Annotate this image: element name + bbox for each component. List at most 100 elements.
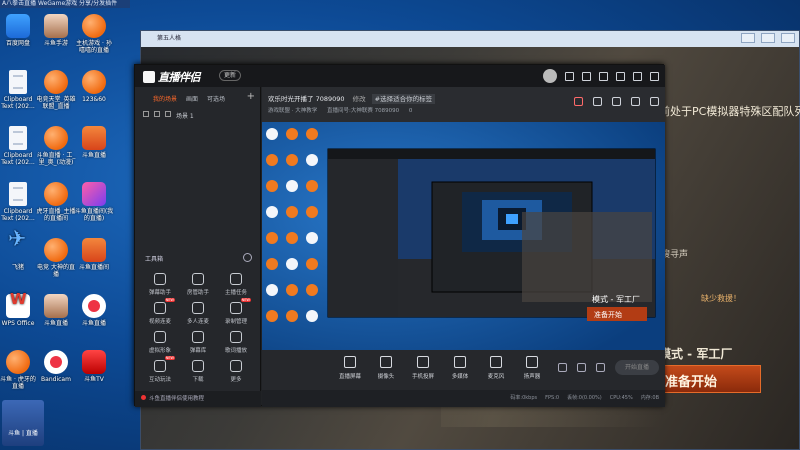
app-icon bbox=[6, 350, 30, 374]
game-window-titlebar[interactable]: 第五人格 bbox=[141, 31, 799, 47]
desktop-icon[interactable]: 斗鱼直播间 bbox=[74, 238, 114, 271]
desktop-icon[interactable]: 电竞 大神的直播 bbox=[36, 238, 76, 278]
phone-cast-button[interactable]: 手机投屏 bbox=[405, 356, 441, 380]
checkbox-icon[interactable] bbox=[165, 111, 171, 117]
app-icon bbox=[44, 294, 68, 318]
desktop-icon[interactable]: Clipboard Text (202... bbox=[0, 182, 38, 222]
screen-capture-button[interactable]: 直播屏幕 bbox=[332, 356, 368, 380]
gift-icon[interactable] bbox=[582, 71, 591, 81]
toolbox-grid: 弹幕助手 房管助手 主播任务视频连麦 多人连麦 录制管理虚拟形象 弹幕库 歌词播放互动玩法 下… bbox=[141, 273, 255, 383]
camera-button[interactable]: 摄像头 bbox=[368, 356, 404, 380]
tool-item[interactable]: 更多 bbox=[217, 360, 255, 383]
minimize-icon[interactable] bbox=[616, 71, 625, 81]
desktop-icon[interactable]: 斗鱼 · 虎牙的直播 bbox=[0, 350, 38, 390]
bell-icon[interactable] bbox=[631, 97, 640, 106]
tool-item[interactable]: 虚拟形象 bbox=[141, 331, 179, 354]
app-header: 直播伴侣 更新 bbox=[135, 65, 665, 87]
streaming-app-window[interactable]: 直播伴侣 更新 我的场景 画面 可选场 + 场景 1 工具箱 弹幕助手 房管助手 主… bbox=[134, 64, 665, 407]
app-icon bbox=[82, 182, 106, 206]
app-icon bbox=[44, 70, 68, 94]
tool-item[interactable]: 房管助手 bbox=[179, 273, 217, 296]
speaker-button[interactable]: 扬声器 bbox=[514, 356, 550, 380]
tool-item[interactable]: 下载 bbox=[179, 360, 217, 383]
tool-item[interactable]: 多人连麦 bbox=[179, 302, 217, 325]
preview-desktop-icon bbox=[306, 206, 318, 218]
desktop-icon[interactable]: 斗鱼手游 bbox=[36, 14, 76, 47]
preview-desktop-icon bbox=[306, 154, 318, 166]
microphone-button[interactable]: 麦克风 bbox=[478, 356, 514, 380]
maximize-icon[interactable] bbox=[761, 33, 775, 43]
tool-item[interactable]: 弹幕助手 bbox=[141, 273, 179, 296]
share-icon[interactable] bbox=[593, 97, 602, 106]
desktop-icon[interactable]: 飞猪 bbox=[0, 236, 38, 271]
tool-item[interactable]: 互动玩法 bbox=[141, 356, 179, 383]
fans-count: 0 bbox=[408, 108, 413, 114]
toolbox-toggle-icon[interactable] bbox=[243, 253, 252, 262]
tab-optional[interactable]: 可选场 bbox=[207, 94, 225, 103]
add-icon[interactable]: + bbox=[247, 91, 255, 102]
preview-desktop-icon bbox=[266, 128, 278, 140]
desktop-icon[interactable]: 斗鱼直播 bbox=[74, 294, 114, 327]
category-label[interactable]: 游戏联盟 · 大神教学 bbox=[268, 108, 317, 114]
info-icon[interactable] bbox=[577, 363, 586, 372]
desktop-icon[interactable]: 百度网盘 bbox=[0, 14, 38, 47]
desktop-icon[interactable]: Clipboard Text (202... bbox=[0, 126, 38, 166]
lock-icon[interactable] bbox=[154, 111, 160, 117]
desktop-icon[interactable]: WPS Office bbox=[0, 294, 38, 327]
desktop-icon[interactable]: 斗鱼直播间(我的直播) bbox=[74, 182, 114, 222]
shirt-icon[interactable] bbox=[565, 71, 574, 81]
eye-icon[interactable] bbox=[143, 111, 149, 117]
close-icon[interactable] bbox=[650, 71, 659, 81]
edit-title-button[interactable]: 修改 bbox=[353, 95, 366, 103]
game-queue-text: 前处于PC模拟器特殊区配队列 bbox=[659, 105, 800, 118]
minimize-icon[interactable] bbox=[741, 33, 755, 43]
desktop-icon-label: 斗鱼 · 虎牙的直播 bbox=[0, 376, 36, 390]
tool-item[interactable]: 弹幕库 bbox=[179, 331, 217, 354]
tab-my-scenes[interactable]: 我的场景 bbox=[153, 94, 177, 103]
tutorial-link[interactable]: 斗鱼直播伴侣使用教程 bbox=[135, 391, 261, 407]
tool-item[interactable]: 主播任务 bbox=[217, 273, 255, 296]
settings-icon[interactable] bbox=[596, 363, 605, 372]
stream-preview[interactable]: 模式 - 军工厂 准备开始 bbox=[262, 122, 665, 350]
record-icon[interactable] bbox=[558, 363, 567, 372]
network-icon[interactable] bbox=[650, 97, 659, 106]
tool-item[interactable]: 视频连麦 bbox=[141, 298, 179, 325]
tool-item[interactable]: 录制管理 bbox=[217, 298, 255, 325]
version-button[interactable]: 更新 bbox=[219, 70, 242, 81]
app-main: 欢乐时光开播了 7089090 修改 #选择适合你的标签 游戏联盟 · 大神教学… bbox=[262, 87, 665, 407]
desktop-icon[interactable]: Clipboard Text (202... bbox=[0, 70, 38, 110]
desktop-icon[interactable]: 123&60 bbox=[74, 70, 114, 103]
scene-item[interactable]: 场景 1 bbox=[143, 111, 194, 120]
tag-selector[interactable]: #选择适合你的标签 bbox=[371, 94, 436, 104]
app-sidebar: 我的场景 画面 可选场 + 场景 1 工具箱 弹幕助手 房管助手 主播任务视频连麦 多… bbox=[135, 87, 261, 407]
gift-icon[interactable] bbox=[574, 97, 583, 106]
avatar[interactable] bbox=[543, 69, 557, 83]
desktop-icon[interactable]: 斗鱼TV bbox=[74, 350, 114, 383]
desktop-icon-label: 百度网盘 bbox=[5, 40, 30, 47]
tool-item[interactable]: 歌词播放 bbox=[217, 331, 255, 354]
desktop-icon-label: 斗鱼直播间 bbox=[78, 264, 109, 271]
desktop-icon[interactable]: 虎牙直播_主播的直播间 bbox=[36, 182, 76, 222]
close-icon[interactable] bbox=[781, 33, 795, 43]
tab-screen[interactable]: 画面 bbox=[186, 94, 198, 103]
desktop-icon[interactable]: 斗鱼直播 bbox=[74, 126, 114, 159]
media-button[interactable]: 多媒体 bbox=[442, 356, 478, 380]
desktop-icon-label: Bandicam bbox=[41, 376, 71, 383]
preview-desktop-icon bbox=[266, 258, 278, 270]
start-stream-button[interactable]: 开始直播 bbox=[615, 360, 659, 375]
desktop-icon[interactable]: 电竞天堂_英雄联盟_直播 bbox=[36, 70, 76, 110]
desktop-icon[interactable]: 主机游戏 · 孙嘻嘻的直播 bbox=[74, 14, 114, 54]
app-icon bbox=[9, 182, 27, 206]
box-icon[interactable] bbox=[612, 97, 621, 106]
desktop-icon-label: 电竞天堂_英雄联盟_直播 bbox=[36, 96, 76, 110]
maximize-icon[interactable] bbox=[633, 71, 642, 81]
game-search-text: 搜寻声 bbox=[661, 250, 689, 260]
desktop-icon[interactable]: 斗鱼直播 · 工_里_奥_(动漫) bbox=[36, 126, 76, 166]
desktop-icon[interactable]: Bandicam bbox=[36, 350, 76, 383]
room-id-label: 直播间号:大神联赛 7089090 bbox=[327, 108, 400, 114]
tool-label: 虚拟形象 bbox=[148, 348, 171, 354]
desktop-icon[interactable]: 斗鱼直播 bbox=[36, 294, 76, 327]
app-icon bbox=[82, 294, 106, 318]
game-ready-button[interactable]: 准备开始 bbox=[656, 365, 761, 393]
menu-icon[interactable] bbox=[599, 71, 608, 81]
